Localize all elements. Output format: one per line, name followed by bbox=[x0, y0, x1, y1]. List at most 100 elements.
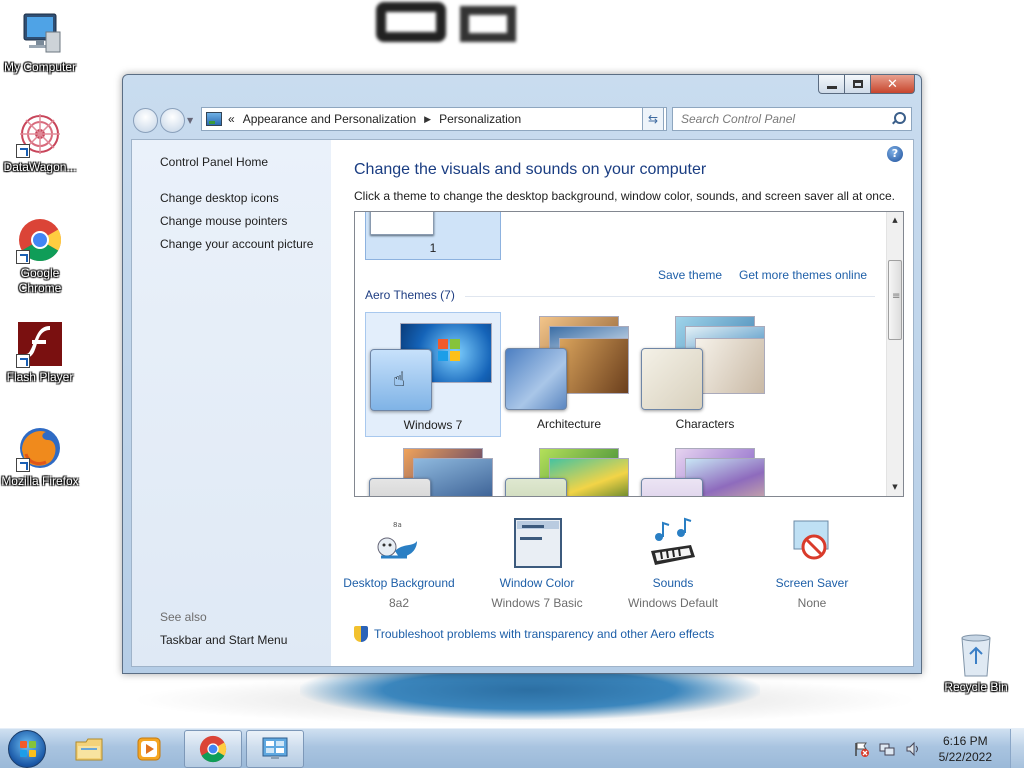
save-theme-link[interactable]: Save theme bbox=[658, 268, 722, 282]
address-bar[interactable]: « Appearance and Personalization ▶ Perso… bbox=[201, 107, 667, 131]
taskbar: 6:16 PM 5/22/2022 bbox=[0, 728, 1024, 768]
theme-color-swatch bbox=[505, 478, 567, 496]
theme-color-swatch bbox=[641, 478, 703, 496]
minimize-button[interactable] bbox=[818, 75, 845, 94]
close-button[interactable]: ✕ bbox=[871, 75, 915, 94]
desktop-icon-recycle-bin[interactable]: Recycle Bin bbox=[938, 630, 1014, 695]
taskbar-control-panel-button[interactable] bbox=[246, 730, 304, 768]
desktop-icon-datawagon[interactable]: DataWagon... bbox=[0, 110, 80, 175]
theme-characters[interactable]: Characters bbox=[637, 312, 773, 437]
datawagon-icon bbox=[16, 110, 64, 158]
group-divider bbox=[465, 296, 875, 297]
recycle-bin-icon bbox=[952, 630, 1000, 678]
get-more-themes-link[interactable]: Get more themes online bbox=[739, 268, 867, 282]
desktop-icon-mozilla-firefox[interactable]: Mozilla Firefox bbox=[0, 424, 80, 489]
theme-color-swatch bbox=[641, 348, 703, 410]
windows-logo-icon bbox=[438, 339, 460, 361]
forward-button[interactable] bbox=[160, 108, 185, 133]
taskbar-explorer-button[interactable] bbox=[60, 730, 118, 768]
theme-label: Characters bbox=[675, 417, 735, 431]
theme-wallpaper-thumbnail bbox=[559, 338, 629, 394]
chrome-icon bbox=[16, 216, 64, 264]
scrollbar-thumb[interactable] bbox=[888, 260, 902, 340]
screen-saver-icon bbox=[786, 517, 838, 569]
theme-label: Architecture bbox=[536, 417, 602, 431]
svg-text:8a: 8a bbox=[393, 521, 402, 529]
sounds-setting[interactable]: Sounds Windows Default bbox=[605, 517, 741, 611]
breadcrumb-personalization[interactable]: Personalization bbox=[439, 112, 521, 126]
theme-windows-7[interactable]: ☝ Windows 7 bbox=[365, 312, 501, 437]
taskbar-chrome-button[interactable] bbox=[184, 730, 242, 768]
start-button[interactable] bbox=[8, 730, 46, 768]
recent-pages-dropdown[interactable]: ▼ bbox=[187, 116, 193, 125]
sidebar-link-account-picture[interactable]: Change your account picture bbox=[160, 237, 313, 251]
desktop-icon-label: Mozilla Firefox bbox=[1, 474, 79, 488]
flash-player-icon bbox=[16, 320, 64, 368]
theme-list-scrollbar[interactable]: ▲ ▼ bbox=[886, 212, 903, 496]
search-icon[interactable] bbox=[891, 112, 906, 126]
desktop-background-link[interactable]: Desktop Background bbox=[331, 575, 467, 591]
volume-icon[interactable] bbox=[905, 741, 921, 757]
window-color-value: Windows 7 Basic bbox=[491, 596, 583, 610]
window-controls: ✕ bbox=[818, 75, 915, 94]
chrome-icon bbox=[199, 735, 227, 763]
theme-architecture[interactable]: Architecture bbox=[501, 312, 637, 437]
action-center-flag-icon[interactable] bbox=[853, 741, 869, 757]
shortcut-arrow-icon bbox=[16, 354, 30, 368]
sounds-link[interactable]: Sounds bbox=[605, 575, 741, 591]
maximize-button[interactable] bbox=[845, 75, 871, 94]
navigation-bar: ▼ « Appearance and Personalization ▶ Per… bbox=[131, 107, 913, 133]
scroll-up-icon[interactable]: ▲ bbox=[887, 212, 903, 229]
page-subtitle: Click a theme to change the desktop back… bbox=[354, 189, 895, 203]
search-input[interactable]: Search Control Panel bbox=[681, 112, 891, 126]
back-button[interactable] bbox=[133, 108, 158, 133]
desktop-icon-my-computer[interactable]: My Computer bbox=[0, 10, 80, 75]
media-player-icon bbox=[137, 737, 161, 761]
taskbar-media-player-button[interactable] bbox=[120, 730, 178, 768]
theme-color-swatch bbox=[505, 348, 567, 410]
screen-saver-link[interactable]: Screen Saver bbox=[744, 575, 880, 591]
show-desktop-button[interactable] bbox=[1010, 729, 1024, 768]
sidebar-link-taskbar-start-menu[interactable]: Taskbar and Start Menu bbox=[160, 633, 287, 647]
refresh-button[interactable]: ⇆ bbox=[642, 107, 664, 131]
firefox-icon bbox=[16, 424, 64, 472]
sidebar-link-control-panel-home[interactable]: Control Panel Home bbox=[160, 155, 268, 169]
sidebar-link-desktop-icons[interactable]: Change desktop icons bbox=[160, 191, 279, 205]
screen-saver-setting[interactable]: Screen Saver None bbox=[744, 517, 880, 611]
clock[interactable]: 6:16 PM 5/22/2022 bbox=[939, 733, 992, 765]
breadcrumb-overflow[interactable]: « bbox=[228, 112, 235, 126]
sidebar-link-mouse-pointers[interactable]: Change mouse pointers bbox=[160, 214, 287, 228]
help-icon[interactable]: ? bbox=[887, 146, 903, 162]
control-panel-icon bbox=[206, 112, 222, 126]
personalization-icon bbox=[262, 737, 288, 759]
theme-label: Windows 7 bbox=[403, 418, 463, 432]
shield-icon bbox=[354, 626, 368, 642]
my-theme-label: 1 bbox=[429, 241, 437, 255]
network-icon[interactable] bbox=[879, 741, 895, 757]
shortcut-arrow-icon bbox=[16, 458, 30, 472]
clock-date: 5/22/2022 bbox=[938, 750, 992, 764]
troubleshoot-link-row[interactable]: Troubleshoot problems with transparency … bbox=[354, 626, 714, 642]
theme-landscapes[interactable] bbox=[365, 444, 501, 496]
theme-scenes[interactable] bbox=[637, 444, 773, 496]
breadcrumb-appearance[interactable]: Appearance and Personalization bbox=[243, 112, 416, 126]
theme-nature[interactable] bbox=[501, 444, 637, 496]
desktop-icon-flash-player[interactable]: Flash Player bbox=[0, 320, 80, 385]
theme-wallpaper-thumbnail bbox=[695, 338, 765, 394]
window-color-setting[interactable]: Window Color Windows 7 Basic bbox=[469, 517, 605, 611]
desktop-icon-google-chrome[interactable]: Google Chrome bbox=[0, 216, 80, 296]
sounds-icon bbox=[647, 517, 699, 569]
desktop-background-setting[interactable]: 8a Desktop Background 8a2 bbox=[331, 517, 467, 611]
my-theme-item[interactable]: 1 bbox=[365, 212, 501, 260]
folder-icon bbox=[75, 738, 103, 761]
scroll-down-icon[interactable]: ▼ bbox=[887, 479, 903, 496]
desktop-icon-label: Flash Player bbox=[6, 370, 74, 384]
window-color-link[interactable]: Window Color bbox=[469, 575, 605, 591]
troubleshoot-link[interactable]: Troubleshoot problems with transparency … bbox=[374, 627, 714, 641]
system-tray: 6:16 PM 5/22/2022 bbox=[853, 729, 1024, 768]
sidebar: Control Panel Home Change desktop icons … bbox=[132, 140, 331, 666]
theme-color-swatch bbox=[369, 478, 431, 496]
search-box[interactable]: Search Control Panel bbox=[672, 107, 912, 131]
clock-time: 6:16 PM bbox=[942, 734, 988, 748]
breadcrumb-separator-icon[interactable]: ▶ bbox=[424, 114, 431, 125]
